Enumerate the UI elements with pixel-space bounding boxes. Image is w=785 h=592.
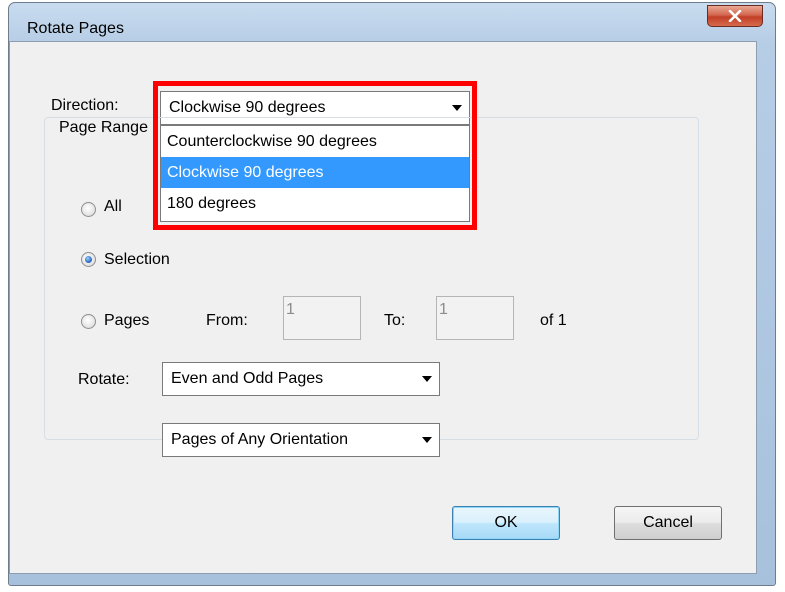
close-button[interactable] bbox=[707, 5, 763, 27]
orientation-filter-value: Pages of Any Orientation bbox=[171, 431, 348, 448]
from-input[interactable]: 1 bbox=[283, 296, 361, 340]
cancel-button[interactable]: Cancel bbox=[614, 506, 722, 540]
chevron-down-icon bbox=[415, 424, 439, 456]
radio-all-label: All bbox=[104, 198, 122, 215]
orientation-filter-select[interactable]: Pages of Any Orientation bbox=[162, 423, 440, 457]
ok-button[interactable]: OK bbox=[452, 506, 560, 540]
dialog-title: Rotate Pages bbox=[27, 20, 124, 37]
rotate-filter-value: Even and Odd Pages bbox=[171, 370, 324, 387]
page-count-label: of 1 bbox=[540, 312, 567, 329]
to-input[interactable]: 1 bbox=[436, 296, 514, 340]
direction-label: Direction: bbox=[51, 97, 119, 114]
radio-selection[interactable] bbox=[81, 252, 96, 267]
radio-pages-label: Pages bbox=[104, 312, 150, 329]
rotate-filter-select[interactable]: Even and Odd Pages bbox=[162, 362, 440, 396]
close-icon bbox=[728, 10, 742, 22]
from-label: From: bbox=[206, 312, 248, 329]
radio-all[interactable] bbox=[81, 202, 96, 217]
rotate-label: Rotate: bbox=[78, 371, 130, 388]
page-range-title: Page Range bbox=[56, 119, 151, 137]
to-label: To: bbox=[384, 312, 406, 329]
red-highlight-box bbox=[153, 81, 477, 230]
radio-pages[interactable] bbox=[81, 314, 96, 329]
radio-selection-label: Selection bbox=[104, 251, 170, 268]
radio-selected-dot bbox=[85, 256, 92, 263]
chevron-down-icon bbox=[415, 363, 439, 395]
